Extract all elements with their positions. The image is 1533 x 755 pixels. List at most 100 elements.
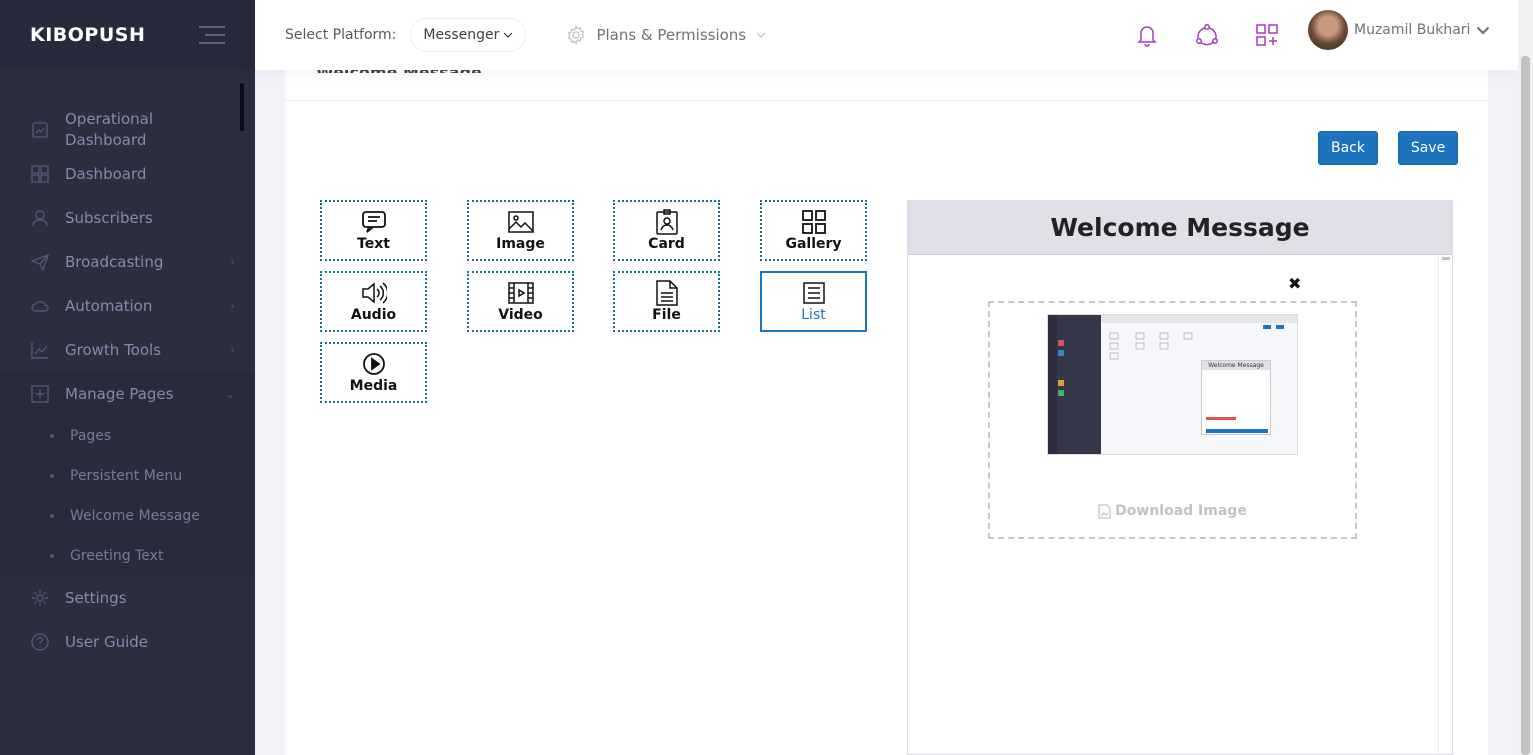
file-icon: [654, 280, 680, 306]
gear-icon: [568, 25, 585, 45]
question-icon: [30, 632, 50, 652]
sidebar-item-label: Growth Tools: [65, 341, 162, 359]
component-image[interactable]: Image: [467, 200, 574, 261]
thumbnail-screenshot-icon: [1058, 325, 1284, 433]
sidebar-item-settings[interactable]: Settings: [0, 576, 255, 620]
preview-title: Welcome Message: [908, 201, 1452, 255]
film-icon: [507, 280, 534, 306]
sidebar-menu: Operational Dashboard Dashboard Subscrib…: [0, 108, 255, 664]
platform-label: Select Platform:: [285, 27, 397, 43]
component-label: File: [652, 307, 681, 323]
user-name: Muzamil Bukhari: [1354, 22, 1471, 38]
message-preview: Welcome Message ✖ Welcome Message Downlo…: [907, 200, 1453, 755]
submenu-item-label: Pages: [70, 428, 112, 444]
bullet-icon: [50, 554, 54, 558]
header-icons: [1135, 0, 1279, 70]
chevron-down-icon: [504, 32, 513, 38]
component-video[interactable]: Video: [467, 271, 574, 332]
back-button[interactable]: Back: [1318, 131, 1378, 165]
page-scrollbar-thumb[interactable]: [1521, 56, 1530, 755]
speaker-icon: [361, 280, 387, 306]
paper-plane-icon: [30, 252, 50, 272]
chat-bubble-icon: [361, 209, 387, 235]
sidebar-item-label: Broadcasting: [65, 253, 164, 271]
platform-select[interactable]: Messenger: [410, 18, 527, 52]
component-label: Audio: [350, 307, 397, 323]
component-label: Gallery: [785, 236, 842, 252]
submenu-item-pages[interactable]: Pages: [0, 416, 255, 456]
bell-icon[interactable]: [1135, 23, 1159, 47]
component-gallery[interactable]: Gallery: [760, 200, 867, 261]
component-label: Media: [349, 378, 398, 394]
download-image-label: Download Image: [1115, 503, 1247, 519]
sidebar-item-growth-tools[interactable]: Growth Tools ›: [0, 328, 255, 372]
sidebar-item-label: Operational Dashboard: [65, 110, 154, 149]
chevron-down-icon: [1477, 26, 1490, 35]
submenu-item-label: Welcome Message: [70, 508, 200, 524]
gear-icon: [30, 588, 50, 608]
component-label: List: [801, 307, 826, 323]
sidebar-item-label: Manage Pages: [65, 385, 174, 403]
sidebar-item-manage-pages[interactable]: Manage Pages ⌄: [0, 372, 255, 416]
component-audio[interactable]: Audio: [320, 271, 427, 332]
chevron-right-icon: ›: [230, 299, 235, 313]
file-image-icon: [1098, 503, 1111, 519]
avatar[interactable]: [1308, 10, 1348, 50]
submenu-item-persistent-menu[interactable]: Persistent Menu: [0, 456, 255, 496]
grid-icon: [30, 164, 50, 184]
submenu-item-label: Persistent Menu: [70, 468, 183, 484]
plans-permissions-dropdown[interactable]: Plans & Permissions: [566, 25, 766, 45]
uploaded-image-thumbnail: Welcome Message: [1047, 314, 1298, 455]
close-icon[interactable]: ✖: [1288, 274, 1301, 293]
submenu-item-greeting-text[interactable]: Greeting Text: [0, 536, 255, 576]
component-card[interactable]: Card: [613, 200, 720, 261]
top-header: Select Platform: Messenger Plans & Permi…: [255, 0, 1518, 70]
sidebar-item-label: Settings: [65, 589, 127, 607]
chevron-right-icon: ›: [230, 255, 235, 269]
chevron-down-icon: ⌄: [224, 387, 235, 401]
manage-pages-submenu: Pages Persistent Menu Welcome Message Gr…: [0, 416, 255, 576]
sidebar-item-user-guide[interactable]: User Guide: [0, 620, 255, 664]
share-network-icon[interactable]: [1195, 23, 1219, 47]
sidebar-item-broadcasting[interactable]: Broadcasting ›: [0, 240, 255, 284]
platform-value: Messenger: [423, 27, 500, 43]
user-menu[interactable]: Muzamil Bukhari: [1308, 10, 1490, 50]
component-list[interactable]: List: [760, 271, 867, 332]
gallery-icon: [801, 209, 827, 235]
component-text[interactable]: Text: [320, 200, 427, 261]
bullet-icon: [50, 434, 54, 438]
brand-logo[interactable]: KIBOPUSH: [30, 24, 145, 46]
save-button[interactable]: Save: [1398, 131, 1458, 165]
component-label: Image: [496, 236, 545, 252]
sidebar-item-label: Dashboard: [65, 165, 147, 183]
sidebar-item-subscribers[interactable]: Subscribers: [0, 196, 255, 240]
component-label: Video: [498, 307, 543, 323]
sidebar-item-automation[interactable]: Automation ›: [0, 284, 255, 328]
download-image-link[interactable]: Download Image: [990, 503, 1355, 519]
cloud-icon: [30, 296, 50, 316]
plans-label: Plans & Permissions: [596, 26, 747, 44]
image-icon: [507, 209, 534, 235]
component-file[interactable]: File: [613, 271, 720, 332]
line-chart-icon: [30, 340, 50, 360]
list-icon: [801, 280, 827, 306]
chart-icon: [30, 120, 50, 140]
play-circle-icon: [361, 351, 387, 377]
submenu-item-welcome-message[interactable]: Welcome Message: [0, 496, 255, 536]
hamburger-menu-icon[interactable]: [199, 26, 225, 44]
preview-scrollbar[interactable]: [1438, 257, 1452, 754]
sidebar-item-label: Automation: [65, 297, 153, 315]
component-label: Text: [357, 236, 390, 252]
chevron-down-icon: [756, 32, 766, 38]
card-icon: [654, 209, 680, 235]
component-media[interactable]: Media: [320, 342, 427, 403]
sidebar-item-dashboard[interactable]: Dashboard: [0, 152, 255, 196]
chevron-right-icon: ›: [230, 343, 235, 357]
sidebar-item-label: Subscribers: [65, 209, 153, 227]
sidebar-item-operational-dashboard[interactable]: Operational Dashboard: [0, 108, 255, 152]
sidebar: KIBOPUSH Operational Dashboard Dashboard…: [0, 0, 255, 755]
bullet-icon: [50, 474, 54, 478]
apps-add-icon[interactable]: [1255, 23, 1279, 47]
image-component-box[interactable]: Welcome Message Download Image: [988, 301, 1357, 539]
add-page-icon: [30, 384, 50, 404]
